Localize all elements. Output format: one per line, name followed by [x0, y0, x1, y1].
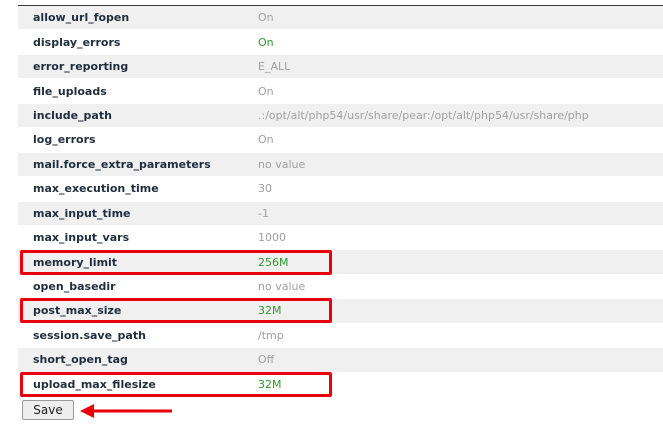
setting-value[interactable]: On: [258, 133, 274, 146]
setting-name: upload_max_filesize: [33, 377, 156, 391]
setting-name: session.save_path: [33, 328, 146, 342]
setting-name: display_errors: [33, 35, 121, 49]
table-row: log_errors On: [18, 128, 663, 153]
setting-name: short_open_tag: [33, 353, 128, 367]
setting-name: max_input_time: [33, 206, 131, 220]
table-row: max_input_vars 1000: [18, 225, 663, 251]
setting-value[interactable]: no value: [258, 158, 305, 171]
setting-value[interactable]: 30: [258, 182, 272, 195]
setting-value[interactable]: no value: [258, 280, 305, 293]
setting-name: mail.force_extra_parameters: [33, 157, 211, 171]
table-row: file_uploads On: [18, 79, 663, 104]
table-row: session.save_path /tmp: [18, 323, 663, 349]
setting-value[interactable]: .:/opt/alt/php54/usr/share/pear:/opt/alt…: [258, 109, 589, 122]
setting-value[interactable]: On: [258, 11, 274, 24]
setting-value[interactable]: 32M: [258, 304, 282, 317]
setting-value[interactable]: 1000: [258, 231, 286, 244]
setting-value[interactable]: On: [258, 36, 274, 49]
table-row: open_basedir no value: [18, 274, 663, 300]
table-row: allow_url_fopen On: [18, 6, 663, 31]
table-row: mail.force_extra_parameters no value: [18, 152, 663, 178]
setting-name: include_path: [33, 108, 112, 122]
setting-value[interactable]: /tmp: [258, 329, 284, 342]
setting-name: log_errors: [33, 133, 96, 147]
save-button[interactable]: Save: [22, 400, 74, 420]
setting-value[interactable]: 256M: [258, 256, 289, 269]
arrow-left-icon: [80, 404, 172, 418]
setting-value[interactable]: E_ALL: [258, 60, 290, 73]
setting-name: memory_limit: [33, 255, 118, 269]
table-row: max_execution_time 30: [18, 177, 663, 202]
table-row: include_path .:/opt/alt/php54/usr/share/…: [18, 103, 663, 129]
setting-name: open_basedir: [33, 280, 116, 294]
setting-name: max_input_vars: [33, 231, 130, 245]
table-row: upload_max_filesize 32M: [18, 371, 663, 397]
setting-name: max_execution_time: [33, 182, 159, 196]
setting-value[interactable]: On: [258, 85, 274, 98]
setting-name: error_reporting: [33, 60, 129, 74]
setting-value[interactable]: 32M: [258, 378, 282, 391]
table-row: short_open_tag Off: [18, 348, 663, 373]
table-row: error_reporting E_ALL: [18, 54, 663, 80]
setting-name: allow_url_fopen: [33, 11, 130, 25]
table-row: memory_limit 256M: [18, 249, 663, 275]
php-settings-table: allow_url_fopen On display_errors On err…: [18, 5, 663, 397]
setting-value[interactable]: -1: [258, 207, 269, 220]
setting-value[interactable]: Off: [258, 353, 274, 366]
table-row: display_errors On: [18, 30, 663, 55]
table-row: post_max_size 32M: [18, 298, 663, 324]
setting-name: file_uploads: [33, 84, 107, 98]
table-row: max_input_time -1: [18, 201, 663, 226]
setting-name: post_max_size: [33, 304, 122, 318]
